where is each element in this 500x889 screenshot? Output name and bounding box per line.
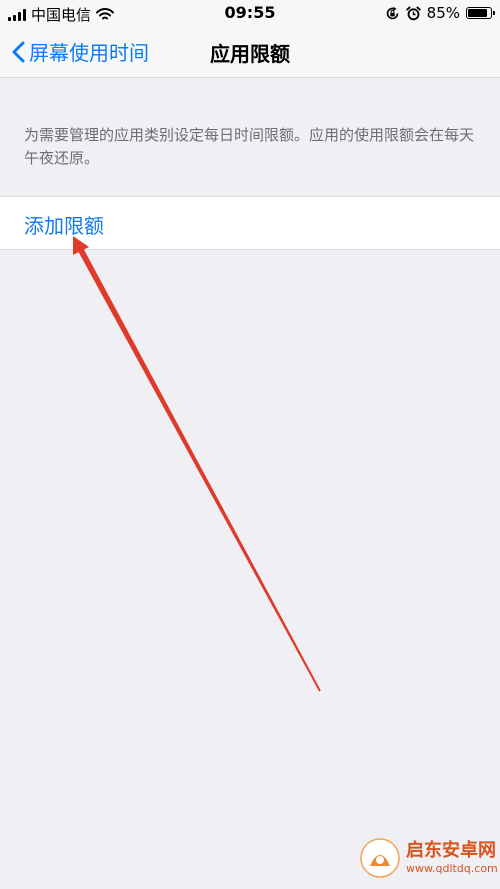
watermark-text: 启东安卓网 www.qdltdq.com [406, 840, 498, 876]
annotation-arrow-line [78, 249, 321, 692]
annotation-arrow [73, 236, 321, 692]
watermark-logo-icon [360, 838, 400, 878]
watermark: 启东安卓网 www.qdltdq.com [360, 838, 498, 878]
watermark-url: www.qdltdq.com [406, 862, 498, 875]
watermark-brand: 启东安卓网 [406, 840, 496, 861]
